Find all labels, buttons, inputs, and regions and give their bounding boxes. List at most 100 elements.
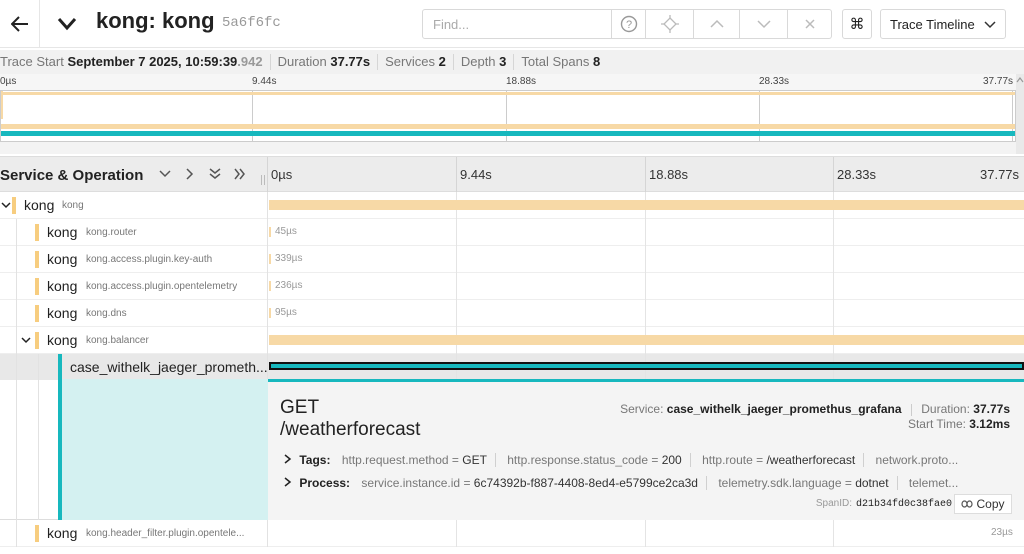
span-operation: kong — [62, 200, 84, 211]
help-icon: ? — [620, 15, 637, 33]
span-row[interactable]: kong kong.access.plugin.key-auth 339µs — [0, 246, 1024, 273]
span-name-cell[interactable]: kong kong.access.plugin.key-auth — [0, 246, 268, 273]
process-item: service.instance.id = 6c74392b-f887-4408… — [361, 476, 707, 490]
span-name-cell[interactable]: case_withelk_jaeger_prometh... — [0, 354, 268, 380]
span-timeline[interactable] — [269, 354, 1024, 380]
span-timeline[interactable] — [269, 192, 1024, 219]
span-row[interactable]: kong kong — [0, 192, 1024, 219]
collapse-all-button[interactable] — [206, 165, 224, 183]
span-row-selected[interactable]: case_withelk_jaeger_prometh... — [0, 354, 1024, 380]
tags-section[interactable]: Tags: http.request.method = GET http.res… — [284, 453, 1014, 467]
chevron-down-icon[interactable] — [0, 198, 12, 212]
chevron-down-icon — [159, 170, 171, 178]
start-time-label: Start Time: — [907, 417, 966, 431]
start-time-value: 3.12ms — [969, 417, 1010, 431]
collapse-header-button[interactable] — [56, 10, 80, 38]
span-overview: Service: case_withelk_jaeger_promethus_g… — [620, 402, 1010, 432]
trace-summary: Trace Start September 7 2025, 10:59:39.9… — [0, 50, 1024, 74]
span-bar[interactable] — [269, 200, 1024, 210]
expand-one-button[interactable] — [181, 165, 199, 183]
span-duration: 236µs — [275, 280, 303, 291]
tree-guide — [16, 520, 17, 547]
span-name-cell[interactable]: kong kong.dns — [0, 300, 268, 327]
column-resizer[interactable] — [261, 175, 265, 185]
span-bar[interactable] — [269, 254, 271, 264]
tree-guide — [16, 219, 17, 246]
span-row[interactable]: kong kong.balancer — [0, 327, 1024, 354]
span-operation: kong.router — [86, 227, 137, 238]
duration-value: 37.77s — [973, 402, 1010, 416]
span-id-value: d21b34fd0c38fae0 — [855, 499, 952, 510]
keyboard-shortcuts-button[interactable]: ? — [612, 9, 646, 39]
span-timeline[interactable]: 45µs — [269, 219, 1024, 246]
trace-header: kong: kong 5a6f6fc ? ⌘ Trace Timeline — [0, 0, 1024, 48]
span-timeline[interactable]: 339µs — [269, 246, 1024, 273]
span-name-cell[interactable]: kong kong.header_filter.plugin.opentele.… — [0, 520, 268, 547]
chevron-right-icon[interactable] — [284, 454, 292, 464]
trace-minimap[interactable] — [0, 90, 1016, 143]
timeline-tick: 18.88s — [649, 167, 689, 182]
process-item: telemetry.sdk.language = dotnet — [710, 476, 898, 490]
span-row[interactable]: kong kong.access.plugin.opentelemetry 23… — [0, 273, 1024, 300]
process-key: telemetry.sdk.language — [718, 476, 842, 490]
chevron-right-icon — [186, 168, 194, 180]
span-timeline[interactable]: 95µs — [269, 300, 1024, 327]
minimap-tick: 37.77s — [983, 76, 1014, 87]
span-timeline[interactable] — [269, 327, 1024, 354]
copy-span-id-button[interactable]: Copy — [954, 494, 1012, 514]
span-service: kong — [47, 224, 78, 240]
timeline-tick: 37.77s — [980, 167, 1020, 182]
span-operation: kong.header_filter.plugin.opentele... — [86, 528, 245, 539]
tag-key: network.proto... — [875, 453, 959, 467]
back-button[interactable] — [0, 0, 40, 48]
minimap-span-bar — [1, 131, 1015, 136]
timeline-gridline — [833, 157, 834, 193]
span-operation: kong.balancer — [86, 335, 149, 346]
tag-item: http.request.method = GET — [341, 453, 496, 467]
span-row[interactable]: kong kong.router 45µs — [0, 219, 1024, 246]
span-service: kong — [47, 305, 78, 321]
span-bar[interactable] — [269, 227, 271, 237]
process-label: Process: — [299, 476, 351, 490]
span-operation: kong.access.plugin.opentelemetry — [86, 281, 238, 292]
span-bar[interactable] — [269, 335, 1024, 345]
expand-all-button[interactable] — [231, 165, 249, 183]
chevron-down-icon — [984, 21, 996, 29]
trace-start-label: Trace Start — [0, 54, 64, 69]
services-value: 2 — [438, 54, 446, 69]
view-type-select[interactable]: Trace Timeline — [880, 9, 1006, 39]
span-bar[interactable] — [269, 362, 1024, 370]
clear-search-button[interactable] — [788, 9, 832, 39]
find-input[interactable] — [422, 9, 612, 39]
span-operation: kong.access.plugin.key-auth — [86, 254, 213, 265]
target-icon — [660, 15, 679, 33]
span-bar[interactable] — [269, 308, 271, 318]
chevron-right-icon[interactable] — [284, 477, 292, 487]
minimap-scroll-gutter[interactable] — [1016, 74, 1024, 154]
chevron-down-icon[interactable] — [20, 333, 32, 347]
span-bar[interactable] — [269, 281, 271, 291]
tag-key: http.route — [702, 453, 753, 467]
span-timeline[interactable]: 236µs — [269, 273, 1024, 300]
process-section[interactable]: Process: service.instance.id = 6c74392b-… — [284, 476, 1014, 490]
span-name-cell[interactable]: kong kong.balancer — [0, 327, 268, 354]
span-name-cell[interactable]: kong kong.router — [0, 219, 268, 246]
tag-item: http.response.status_code = 200 — [499, 453, 691, 467]
next-match-button[interactable] — [740, 9, 788, 39]
collapse-one-button[interactable] — [156, 165, 174, 183]
span-row[interactable]: kong kong.dns 95µs — [0, 300, 1024, 327]
prev-match-button[interactable] — [694, 9, 740, 39]
span-id: SpanID: d21b34fd0c38fae0 — [816, 498, 952, 510]
span-timeline[interactable]: 23µs — [269, 520, 1024, 547]
minimap-tick: 9.44s — [252, 76, 277, 87]
detail-indent-fill — [62, 379, 268, 520]
locate-span-button[interactable] — [646, 9, 694, 39]
shortcuts-button[interactable]: ⌘ — [842, 9, 872, 39]
minimap-resizer[interactable] — [0, 142, 1016, 154]
service-operation-title: Service & Operation — [0, 167, 144, 184]
view-type-value: Trace Timeline — [890, 16, 975, 32]
span-name-cell[interactable]: kong kong — [0, 192, 268, 219]
span-row[interactable]: kong kong.header_filter.plugin.opentele.… — [0, 520, 1024, 547]
span-name-cell[interactable]: kong kong.access.plugin.opentelemetry — [0, 273, 268, 300]
chevron-down-icon — [756, 20, 771, 29]
